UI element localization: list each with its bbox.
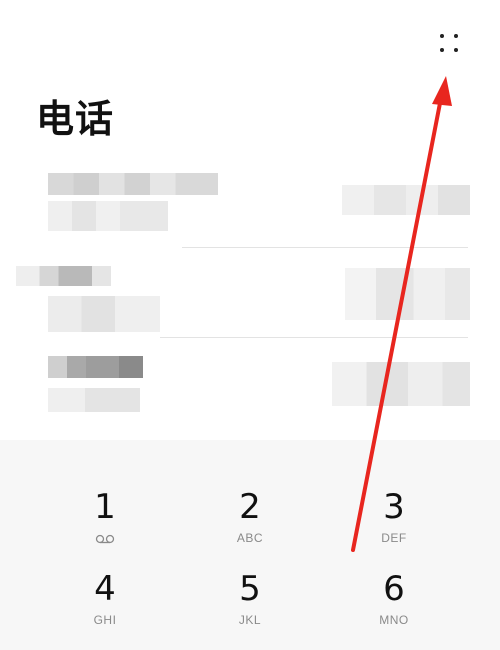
annotation-arrow <box>351 76 452 552</box>
arrow-head <box>432 76 452 106</box>
